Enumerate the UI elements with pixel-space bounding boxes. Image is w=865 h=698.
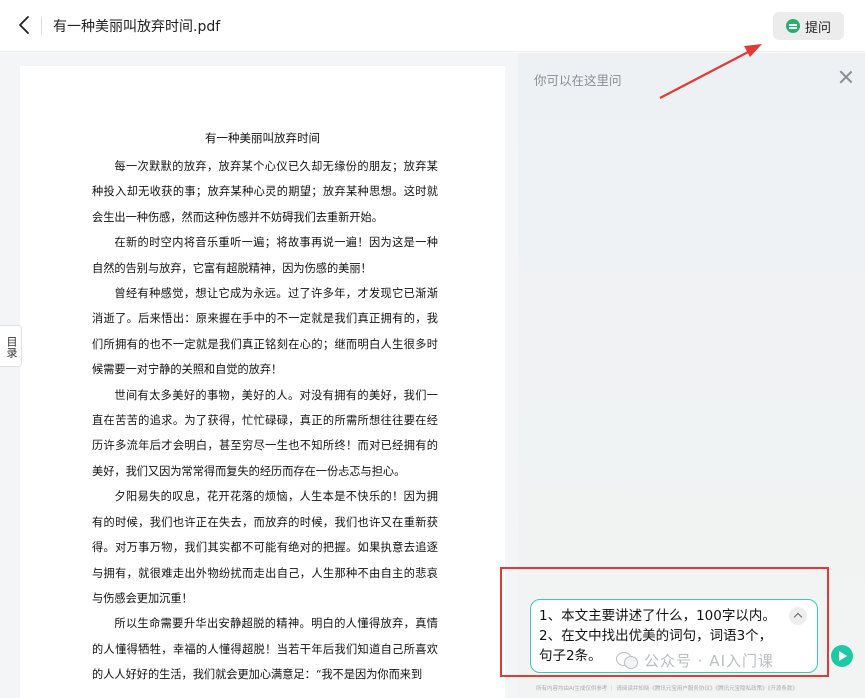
panel-hint: 你可以在这里问 — [534, 73, 622, 88]
pdf-paragraph: 夕阳易失的叹息，花开花落的烦恼，人生本是不快乐的！因为拥有的时候，我们也许正在失… — [92, 490, 438, 605]
chat-icon — [785, 19, 800, 33]
ask-button-label: 提问 — [804, 20, 831, 36]
toc-tab[interactable]: 目录 — [0, 325, 22, 367]
pdf-heading: 有一种美丽叫放弃时间 — [205, 131, 320, 145]
pdf-paragraph: 曾经有种感觉，想让它成为永远。过了许多年，才发现它已渐渐消逝了。后来悟出：原来握… — [92, 287, 438, 377]
header-divider — [41, 17, 42, 35]
pdf-paragraph: 每一次默默的放弃，放弃某个心仪已久却无缘份的朋友；放弃某种投入却无收获的事；放弃… — [92, 160, 438, 224]
pdf-reader[interactable]: 目录 有一种美丽叫放弃时间 每一次默默的放弃，放弃某个心仪已久却无缘份的朋友；放… — [0, 53, 518, 698]
pdf-body: 每一次默默的放弃，放弃某个心仪已久却无缘份的朋友；放弃某种投入却无收获的事；放弃… — [92, 154, 438, 688]
pdf-paragraph: 在新的时空内将音乐重听一遍；将故事再说一遍！因为这是一种自然的告别与放弃，它富有… — [92, 236, 438, 275]
disclaimer-footer: 所有内容均由AI生成仅供参考 ｜ 请阅读并知晓《腾讯元宝用户服务协议》《腾讯元宝… — [536, 686, 798, 692]
send-button[interactable] — [831, 645, 853, 667]
top-bar: 有一种美丽叫放弃时间.pdf 提问 — [0, 0, 865, 52]
pdf-page: 有一种美丽叫放弃时间 每一次默默的放弃，放弃某个心仪已久却无缘份的朋友；放弃某种… — [20, 66, 505, 698]
back-arrow-icon[interactable] — [14, 14, 36, 36]
pdf-paragraph: 世间有太多美好的事物，美好的人。对没有拥有的美好，我们一直在苦苦的追求。为了获得… — [92, 388, 438, 478]
pdf-paragraph: 所以生命需要升华出安静超脱的精神。明白的人懂得放弃，真情的人懂得牺牲，幸福的人懂… — [92, 617, 438, 682]
document-title: 有一种美丽叫放弃时间.pdf — [53, 19, 221, 35]
annotation-box — [500, 567, 829, 677]
ask-button[interactable]: 提问 — [773, 12, 844, 40]
close-icon[interactable] — [839, 70, 853, 84]
